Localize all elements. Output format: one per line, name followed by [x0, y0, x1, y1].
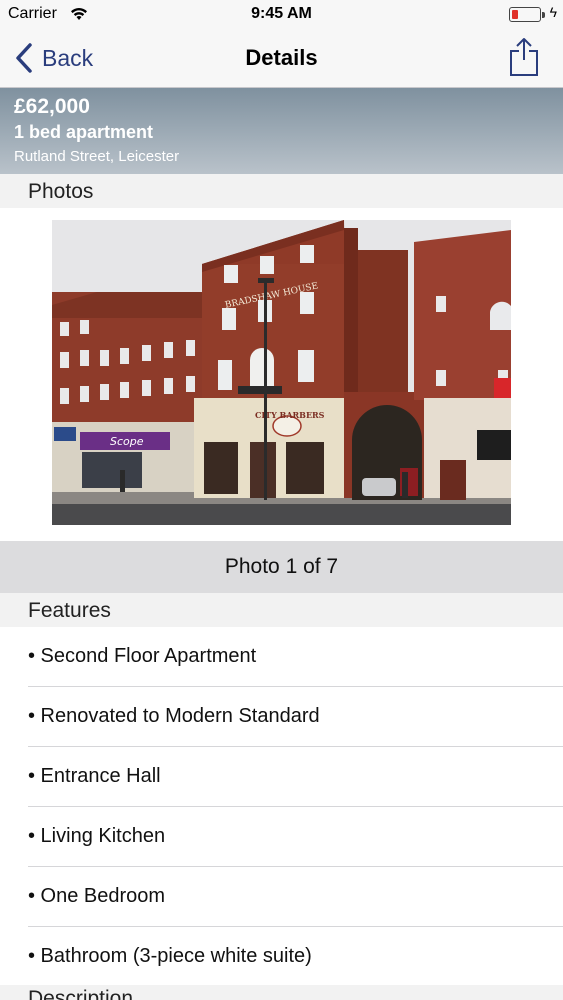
property-photo-image: Scope BRADSHAW HOUSE CITY BARBERS	[52, 220, 511, 525]
feature-text: • Second Floor Apartment	[28, 645, 257, 667]
photos-section-title: Photos	[28, 180, 94, 203]
page-title: Details	[245, 45, 318, 70]
clock: 9:45 AM	[251, 5, 312, 22]
features-section-title: Features	[28, 599, 111, 622]
description-section-title: Description	[28, 987, 134, 1000]
share-icon[interactable]	[509, 36, 539, 76]
list-item: • Entrance Hall	[0, 747, 563, 807]
battery-level	[512, 10, 518, 19]
feature-text: • Living Kitchen	[28, 825, 166, 847]
list-item: • One Bedroom	[0, 867, 563, 927]
charging-icon: ϟ	[549, 4, 557, 20]
shop-sign-scope: Scope	[110, 435, 144, 448]
list-item: • Renovated to Modern Standard	[0, 687, 563, 747]
feature-text: • One Bedroom	[28, 885, 166, 907]
photo-pager-bar: Photo 1 of 7	[0, 541, 563, 593]
feature-text: • Renovated to Modern Standard	[28, 705, 320, 727]
features-section-header: Features	[0, 593, 563, 627]
navigation-bar: Back Details	[0, 30, 563, 88]
list-item: • Second Floor Apartment	[0, 627, 563, 687]
status-bar: Carrier 9:45 AM ϟ	[0, 0, 563, 30]
property-photo[interactable]: Scope BRADSHAW HOUSE CITY BARBERS	[52, 220, 511, 525]
battery-tip	[542, 12, 545, 18]
feature-text: • Bathroom (3-piece white suite)	[28, 945, 312, 967]
battery-icon	[509, 7, 545, 22]
photo-counter: Photo 1 of 7	[224, 555, 339, 578]
features-list: • Second Floor Apartment • Renovated to …	[0, 627, 563, 987]
property-address: Rutland Street, Leicester	[14, 148, 180, 165]
property-price: £62,000	[14, 95, 90, 118]
list-item: • Bathroom (3-piece white suite)	[0, 927, 563, 987]
description-section-header: Description	[0, 985, 563, 1000]
property-type: 1 bed apartment	[14, 122, 154, 142]
feature-text: • Entrance Hall	[28, 765, 161, 787]
list-item: • Living Kitchen	[0, 807, 563, 867]
photos-section-header: Photos	[0, 174, 563, 208]
property-summary-banner: £62,000 1 bed apartment Rutland Street, …	[0, 88, 563, 174]
